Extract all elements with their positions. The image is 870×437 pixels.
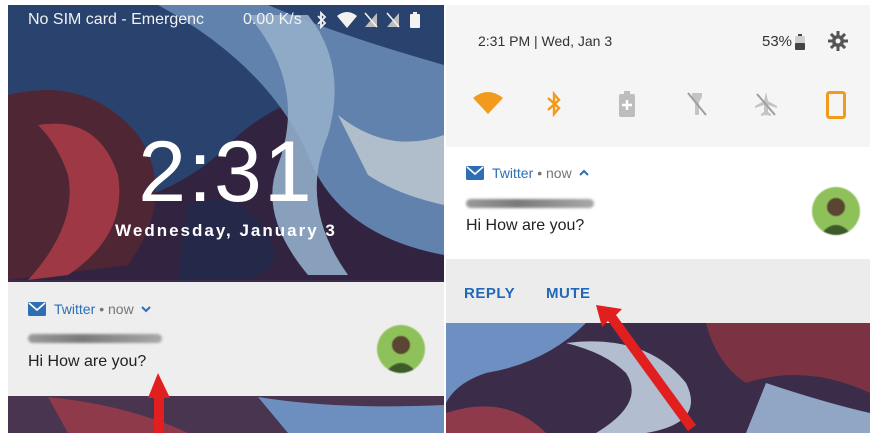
chevron-down-icon[interactable] xyxy=(140,304,152,314)
notification-header: Twitter • now xyxy=(466,165,590,181)
notification-time: • now xyxy=(537,165,572,181)
battery-icon xyxy=(410,12,420,28)
notification-header: Twitter • now xyxy=(28,301,152,317)
reply-button[interactable]: REPLY xyxy=(464,285,515,302)
notification-shade: 2:31 PM | Wed, Jan 3 53% Twitter • now H… xyxy=(446,5,870,433)
no-signal-icon xyxy=(386,12,400,28)
sender-name-blurred xyxy=(466,199,594,208)
quick-settings: 2:31 PM | Wed, Jan 3 53% xyxy=(446,5,870,147)
network-speed: 0.00 K/s xyxy=(243,11,302,28)
notification-message: Hi How are you? xyxy=(466,217,585,234)
flashlight-off-icon[interactable] xyxy=(686,91,708,117)
rotation-icon[interactable] xyxy=(826,91,846,119)
bluetooth-icon[interactable] xyxy=(546,91,562,117)
shade-notification[interactable]: Twitter • now Hi How are you? xyxy=(446,147,870,259)
shade-battery: 53% xyxy=(762,33,806,50)
wifi-icon xyxy=(337,12,357,28)
wifi-icon[interactable] xyxy=(472,91,504,115)
red-arrow-pointer xyxy=(148,373,170,433)
battery-icon xyxy=(795,33,806,50)
battery-percent: 53% xyxy=(762,33,793,50)
gear-icon[interactable] xyxy=(828,31,848,51)
shade-date-time: 2:31 PM | Wed, Jan 3 xyxy=(478,33,613,49)
notification-message: Hi How are you? xyxy=(28,353,147,370)
lock-date: Wednesday, January 3 xyxy=(115,221,337,240)
no-signal-icon xyxy=(364,12,378,28)
status-bar: No SIM card - Emergenc 0.00 K/s xyxy=(8,5,444,35)
battery-saver-icon[interactable] xyxy=(618,91,636,117)
mail-icon xyxy=(28,302,46,316)
sim-status-text: No SIM card - Emergenc xyxy=(28,11,205,28)
avatar xyxy=(377,325,425,373)
chevron-up-icon[interactable] xyxy=(578,168,590,178)
red-arrow-pointer xyxy=(596,305,696,431)
lockscreen-notification[interactable]: Twitter • now Hi How are you? xyxy=(8,282,444,396)
mute-button[interactable]: MUTE xyxy=(546,285,591,302)
bluetooth-icon xyxy=(317,11,327,29)
notification-app-name: Twitter xyxy=(54,301,96,317)
notification-time: • now xyxy=(99,301,134,317)
mail-icon xyxy=(466,166,484,180)
airplane-mode-icon[interactable] xyxy=(754,91,778,117)
avatar xyxy=(812,187,860,235)
lock-clock: 2:31 xyxy=(138,124,314,220)
notification-app-name: Twitter xyxy=(492,165,534,181)
lock-screen: No SIM card - Emergenc 0.00 K/s 2:31 Wed… xyxy=(8,5,444,433)
sender-name-blurred xyxy=(28,334,162,343)
